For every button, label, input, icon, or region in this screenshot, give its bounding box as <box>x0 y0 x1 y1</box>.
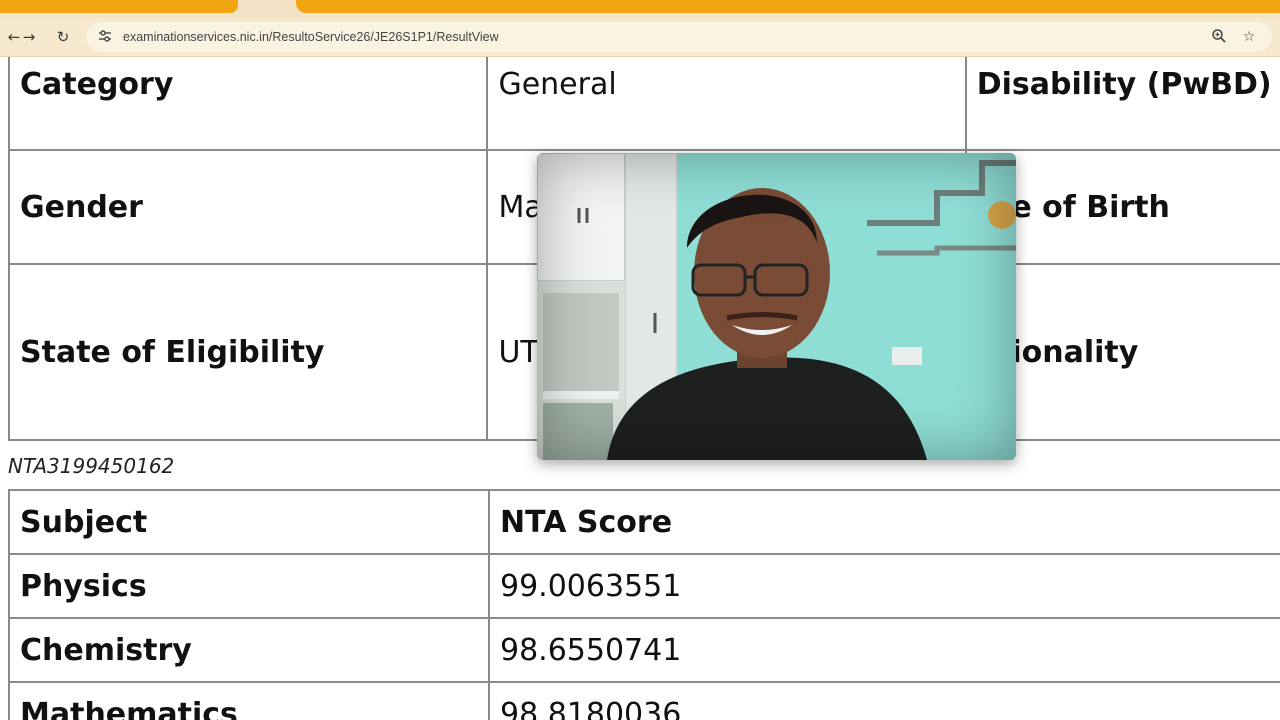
subject-cell: Chemistry <box>8 617 490 683</box>
star-icon[interactable]: ☆ <box>1240 28 1258 46</box>
table-row: Chemistry 98.6550741 <box>8 617 1280 683</box>
tab-strip <box>0 0 1280 18</box>
table-row: Mathematics 98.8180036 <box>8 681 1280 720</box>
tab-strip-background <box>296 0 1280 13</box>
zoom-icon[interactable] <box>1210 28 1228 46</box>
score-cell: 98.6550741 <box>488 617 1280 683</box>
subject-cell: Mathematics <box>8 681 490 720</box>
address-bar[interactable]: examinationservices.nic.in/ResultoServic… <box>86 22 1272 52</box>
table-row: Physics 99.0063551 <box>8 553 1280 619</box>
score-table: Subject NTA Score Physics 99.0063551 Che… <box>8 489 1280 720</box>
category-value: General <box>486 57 967 151</box>
gender-label: Gender <box>7 149 489 265</box>
reload-icon[interactable]: ↻ <box>53 27 73 47</box>
state-of-eligibility-label: State of Eligibility <box>7 263 489 441</box>
webcam-feed-image <box>537 153 1016 460</box>
application-number: NTA3199450162 <box>8 454 175 478</box>
disability-label: Disability (PwBD) <box>964 57 1280 151</box>
url-text[interactable]: examinationservices.nic.in/ResultoServic… <box>123 28 499 46</box>
table-row: Category General Disability (PwBD) <box>7 57 1280 151</box>
active-tab[interactable] <box>0 0 238 13</box>
category-label: Category <box>7 57 489 151</box>
table-header-row: Subject NTA Score <box>8 489 1280 555</box>
score-cell: 99.0063551 <box>488 553 1280 619</box>
browser-toolbar: ← → ↻ examinationservices.nic.in/Resulto… <box>0 18 1280 57</box>
nta-score-header: NTA Score <box>488 489 1280 555</box>
subject-cell: Physics <box>8 553 490 619</box>
subject-header: Subject <box>8 489 490 555</box>
arrow-right-icon[interactable]: → <box>19 27 39 47</box>
score-cell: 98.8180036 <box>488 681 1280 720</box>
tune-icon[interactable] <box>96 28 114 46</box>
webcam-overlay[interactable] <box>537 153 1016 460</box>
